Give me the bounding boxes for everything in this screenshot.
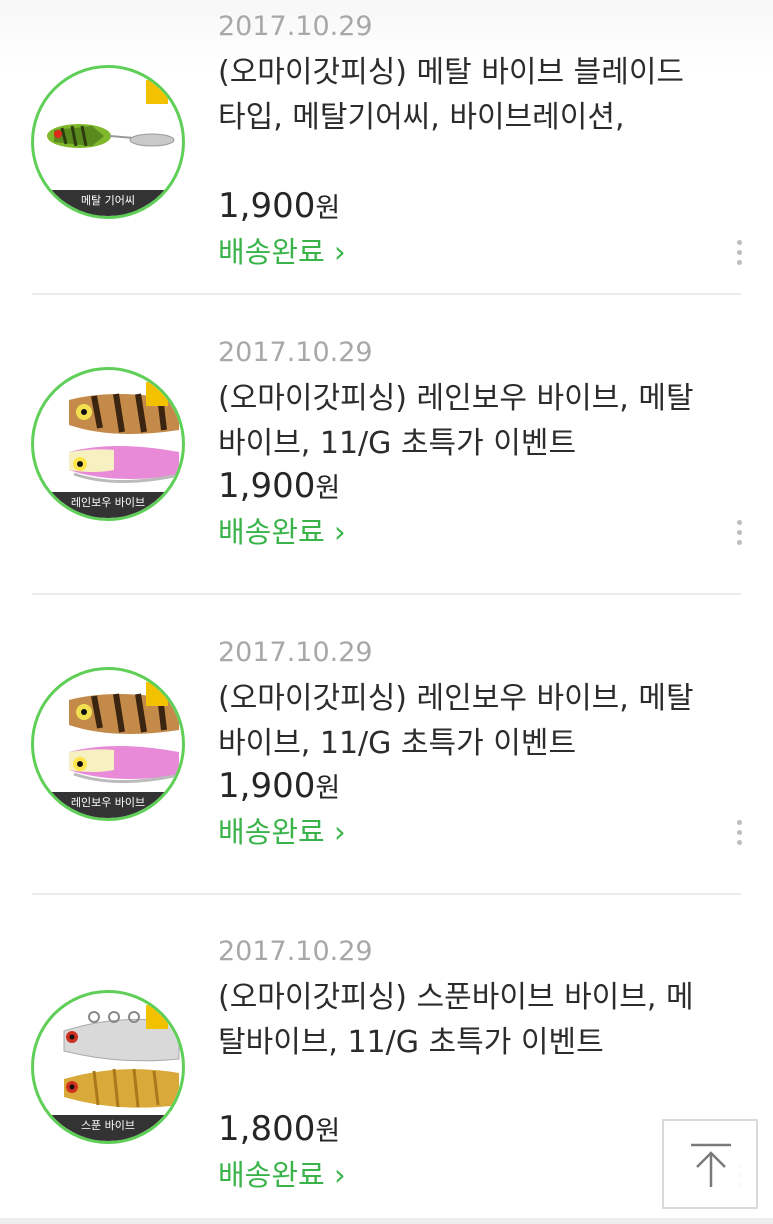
brand-logo (146, 382, 168, 406)
price-unit: 원 (315, 1116, 341, 1147)
scroll-to-top-button[interactable] (662, 1119, 758, 1209)
thumbnail-caption: 스푼 바이브 (34, 1115, 182, 1141)
product-thumbnail[interactable]: 레인보우 바이브 (31, 667, 185, 821)
product-price: 1,800원 (218, 1109, 340, 1152)
price-unit: 원 (315, 773, 341, 804)
arrow-up-to-top-icon (691, 1143, 731, 1187)
order-date: 2017.10.29 (218, 936, 373, 967)
order-item[interactable]: 스푼 바이브 2017.10.29 (오마이갓피싱) 스푼바이브 바이브, 메탈… (0, 895, 773, 1218)
price-amount: 1,900 (218, 466, 316, 506)
price-unit: 원 (315, 473, 341, 504)
product-price: 1,900원 (218, 766, 340, 809)
order-item[interactable]: 메탈 기어씨 2017.10.29 (오마이갓피싱) 메탈 바이브 블레이드 타… (0, 0, 773, 294)
order-date: 2017.10.29 (218, 11, 373, 42)
brand-logo (146, 682, 168, 706)
thumbnail-caption: 메탈 기어씨 (34, 190, 182, 216)
delivery-status-link[interactable]: 배송완료 › (218, 814, 346, 850)
product-thumbnail[interactable]: 레인보우 바이브 (31, 367, 185, 521)
bottom-edge (0, 1218, 773, 1224)
thumbnail-caption: 레인보우 바이브 (34, 792, 182, 818)
product-title[interactable]: (오마이갓피싱) 레인보우 바이브, 메탈바이브, 11/G 초특가 이벤트 (218, 376, 698, 466)
product-price: 1,900원 (218, 466, 340, 509)
more-vertical-icon[interactable] (730, 516, 748, 556)
price-amount: 1,800 (218, 1109, 316, 1149)
order-item[interactable]: 레인보우 바이브 2017.10.29 (오마이갓피싱) 레인보우 바이브, 메… (0, 295, 773, 595)
product-thumbnail[interactable]: 메탈 기어씨 (31, 65, 185, 219)
order-date: 2017.10.29 (218, 637, 373, 668)
brand-logo (146, 1005, 168, 1029)
product-title[interactable]: (오마이갓피싱) 레인보우 바이브, 메탈바이브, 11/G 초특가 이벤트 (218, 676, 698, 766)
more-vertical-icon[interactable] (730, 236, 748, 276)
delivery-status-link[interactable]: 배송완료 › (218, 1157, 346, 1193)
order-date: 2017.10.29 (218, 337, 373, 368)
product-thumbnail[interactable]: 스푼 바이브 (31, 990, 185, 1144)
order-item[interactable]: 레인보우 바이브 2017.10.29 (오마이갓피싱) 레인보우 바이브, 메… (0, 595, 773, 895)
more-vertical-icon[interactable] (730, 816, 748, 856)
price-unit: 원 (315, 193, 341, 224)
price-amount: 1,900 (218, 186, 316, 226)
product-price: 1,900원 (218, 186, 340, 229)
delivery-status-link[interactable]: 배송완료 › (218, 234, 346, 270)
product-title[interactable]: (오마이갓피싱) 스푼바이브 바이브, 메탈바이브, 11/G 초특가 이벤트 (218, 975, 698, 1065)
product-title[interactable]: (오마이갓피싱) 메탈 바이브 블레이드 타입, 메탈기어씨, 바이브레이션, (218, 50, 698, 140)
thumbnail-caption: 레인보우 바이브 (34, 492, 182, 518)
delivery-status-link[interactable]: 배송완료 › (218, 514, 346, 550)
price-amount: 1,900 (218, 766, 316, 806)
brand-logo (146, 80, 168, 104)
